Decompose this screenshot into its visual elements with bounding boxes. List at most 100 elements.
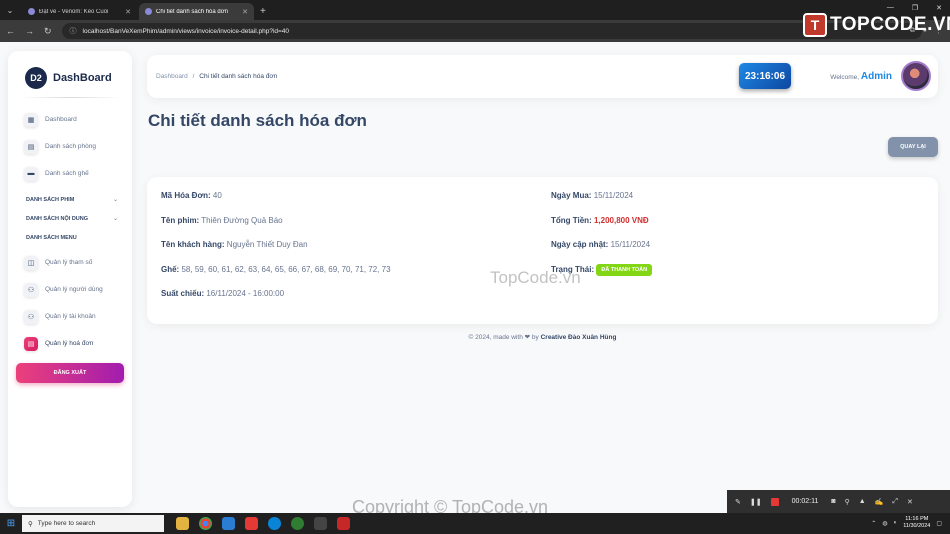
section-content[interactable]: DANH SÁCH NỘI DUNG ⌄ xyxy=(8,209,132,228)
field-value: 58, 59, 60, 61, 62, 63, 64, 65, 66, 67, … xyxy=(181,265,391,274)
camera-icon[interactable]: ◙ xyxy=(831,498,835,505)
recorder-app-icon[interactable] xyxy=(337,517,350,530)
seat-icon: ▬ xyxy=(24,166,38,181)
topcode-text: TOPCODE.VN xyxy=(830,14,950,35)
edge-icon[interactable] xyxy=(268,517,281,530)
users-icon: ⚇ xyxy=(24,282,38,297)
heart-icon: ❤ xyxy=(524,334,531,341)
section-label: DANH SÁCH PHIM xyxy=(26,196,75,203)
volume-icon[interactable]: ◐ xyxy=(894,520,898,526)
sidebar-item-users[interactable]: ⚇ Quản lý người dùng xyxy=(8,276,132,303)
welcome-label: Welcome, xyxy=(830,74,860,81)
footer-author[interactable]: Creative Đào Xuân Hùng xyxy=(541,334,617,341)
app-icon[interactable] xyxy=(291,517,304,530)
sidebar-item-label: Quản lý người dùng xyxy=(45,286,103,293)
tray-chevron-icon[interactable]: ⌃ xyxy=(871,520,876,527)
sidebar-item-accounts[interactable]: ⚇ Quản lý tài khoản xyxy=(8,303,132,330)
sidebar-item-dashboard[interactable]: ▦ Dashboard xyxy=(8,106,132,133)
section-label: DANH SÁCH NỘI DUNG xyxy=(26,215,89,222)
zoom-icon[interactable]: ⚲ xyxy=(845,498,850,506)
url-field[interactable]: ⓘ localhost/BanVeXemPhim/admin/views/inv… xyxy=(61,23,922,39)
showtime-field: Suất chiếu: 16/11/2024 - 16:00:00 xyxy=(161,289,284,298)
field-label: Suất chiếu: xyxy=(161,289,205,298)
field-value: 15/11/2024 xyxy=(593,191,634,200)
network-icon[interactable]: ◍ xyxy=(882,520,887,527)
field-value: Thiên Đường Quả Báo xyxy=(201,216,283,225)
footer-by: by xyxy=(531,334,539,341)
field-value: 16/11/2024 - 16:00:00 xyxy=(206,289,285,298)
welcome-text: Welcome, Admin xyxy=(830,71,892,82)
file-explorer-icon[interactable] xyxy=(176,517,189,530)
tray-date: 11/30/2024 xyxy=(903,523,931,529)
topcode-mark: T xyxy=(803,13,827,37)
taskbar-search-placeholder: Type here to search xyxy=(37,520,96,527)
tab-close-icon[interactable]: ✕ xyxy=(242,8,248,16)
expand-icon[interactable]: ⤢ xyxy=(892,498,898,506)
notification-icon[interactable]: ▢ xyxy=(936,520,942,527)
clock-display: 23:16:06 xyxy=(739,63,791,89)
breadcrumb-root[interactable]: Dashboard xyxy=(156,73,188,80)
close-window-icon[interactable]: ✕ xyxy=(936,4,942,12)
back-button[interactable]: QUAY LẠI xyxy=(888,137,938,157)
tray-clock[interactable]: 11:16 PM 11/30/2024 xyxy=(903,516,930,530)
edit-icon[interactable]: ✍ xyxy=(875,498,884,506)
chevron-down-icon: ⌄ xyxy=(112,216,118,222)
maximize-icon[interactable]: ❐ xyxy=(912,4,918,12)
updated-field: Ngày cập nhật: 15/11/2024 xyxy=(551,240,650,249)
bucket-icon[interactable]: ▲ xyxy=(859,498,866,505)
terminal-icon[interactable] xyxy=(314,517,327,530)
store-icon: ▦ xyxy=(24,112,38,127)
forward-arrow-icon[interactable]: → xyxy=(25,26,34,36)
stop-icon[interactable] xyxy=(770,497,779,506)
site-info-icon[interactable]: ⓘ xyxy=(70,26,77,36)
vscode-icon[interactable] xyxy=(222,517,235,530)
movie-field: Tên phim: Thiên Đường Quả Báo xyxy=(161,216,283,225)
sidebar-item-rooms[interactable]: ▤ Danh sách phòng xyxy=(8,133,132,160)
back-arrow-icon[interactable]: ← xyxy=(6,26,15,36)
sidebar-item-label: Quản lý hoá đơn xyxy=(45,340,94,347)
field-label: Ngày cập nhật: xyxy=(551,240,609,249)
tab-title: Chi tiết danh sách hóa đơn xyxy=(156,8,228,15)
tab-search-icon[interactable]: ⌄ xyxy=(0,0,20,20)
section-movies[interactable]: DANH SÁCH PHIM ⌄ xyxy=(8,190,132,209)
tab-close-icon[interactable]: ✕ xyxy=(125,8,131,16)
chrome-icon[interactable] xyxy=(199,517,212,530)
system-tray: ⌃ ◍ ◐ 11:16 PM 11/30/2024 ▢ xyxy=(871,516,942,530)
pen-icon[interactable]: ✎ xyxy=(735,498,741,506)
section-menu[interactable]: DANH SÁCH MENU xyxy=(8,228,132,247)
browser-tab-1[interactable]: Đặt vé - Venom: Kèo Cuối ✕ xyxy=(22,3,137,20)
brand-title: DashBoard xyxy=(53,72,112,84)
sidebar-item-invoices[interactable]: ▤ Quản lý hoá đơn xyxy=(8,330,132,357)
favicon-icon xyxy=(28,8,35,15)
brand[interactable]: D2 DashBoard xyxy=(8,51,132,93)
chevron-down-icon: ⌄ xyxy=(112,197,118,203)
new-tab-icon[interactable]: + xyxy=(254,6,272,20)
recorder-close-icon[interactable]: ✕ xyxy=(907,498,913,506)
sidebar-item-label: Dashboard xyxy=(45,116,77,123)
sidebar-item-label: Danh sách phòng xyxy=(45,143,96,150)
topcode-logo: T TOPCODE.VN xyxy=(803,12,950,38)
total-field: Tổng Tiền: 1,200,800 VNĐ xyxy=(551,216,649,225)
taskbar-search[interactable]: ⚲ Type here to search xyxy=(22,515,164,532)
sidebar: D2 DashBoard ▦ Dashboard ▤ Danh sách phò… xyxy=(8,51,132,507)
tab-title: Đặt vé - Venom: Kèo Cuối xyxy=(39,8,109,15)
invoice-detail-card: Mã Hóa Đơn: 40 Tên phim: Thiên Đường Quả… xyxy=(147,177,938,324)
field-value: 15/11/2024 xyxy=(610,240,651,249)
taskbar-apps xyxy=(176,517,350,530)
watermark-center: TopCode.vn xyxy=(490,268,581,287)
avatar[interactable] xyxy=(901,61,931,91)
windows-start-icon[interactable]: ⊞ xyxy=(0,518,22,529)
minimize-icon[interactable]: — xyxy=(887,4,894,12)
favicon-icon xyxy=(145,8,152,15)
settings-icon: ◫ xyxy=(24,255,38,270)
url-text: localhost/BanVeXemPhim/admin/views/invoi… xyxy=(82,27,290,35)
youtube-icon[interactable] xyxy=(245,517,258,530)
account-icon: ⚇ xyxy=(24,309,38,324)
screen-recorder-toolbar: ✎ ❚❚ 00:02:11 ◙ ⚲ ▲ ✍ ⤢ ✕ xyxy=(727,490,950,513)
sidebar-item-parameters[interactable]: ◫ Quản lý tham số xyxy=(8,249,132,276)
pause-icon[interactable]: ❚❚ xyxy=(750,498,762,506)
sidebar-item-seats[interactable]: ▬ Danh sách ghế xyxy=(8,160,132,187)
reload-icon[interactable]: ↻ xyxy=(44,26,52,37)
browser-tab-2[interactable]: Chi tiết danh sách hóa đơn ✕ xyxy=(139,3,254,20)
logout-button[interactable]: ĐĂNG XUẤT xyxy=(16,363,124,383)
